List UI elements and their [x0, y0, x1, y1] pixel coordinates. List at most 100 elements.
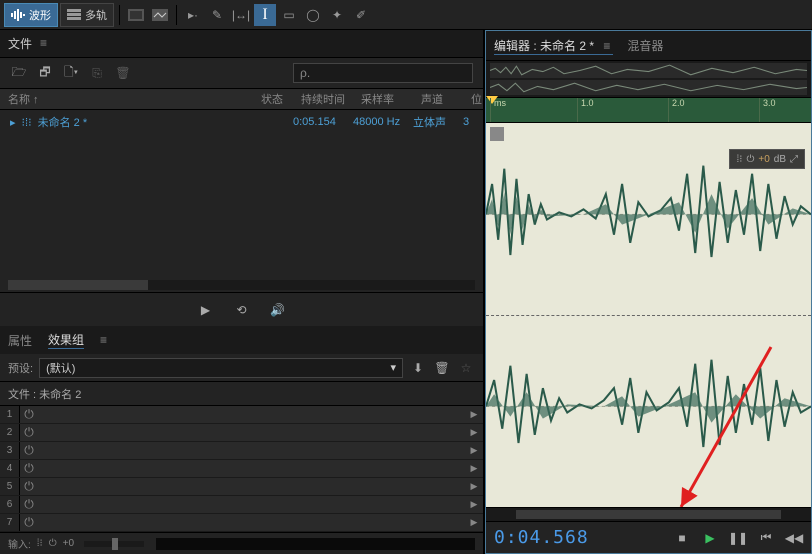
slip-tool[interactable]: |↔| [230, 4, 252, 26]
power-icon[interactable]: ⏻ [20, 407, 38, 422]
file-name: 未命名 2 * [38, 114, 88, 130]
heal-tool[interactable]: ✐ [350, 4, 372, 26]
power-icon[interactable]: ⏻ [49, 538, 57, 549]
delete-preset-icon[interactable]: 🗑 [433, 359, 451, 377]
files-panel-menu-icon[interactable]: ≡ [40, 42, 50, 45]
slot-expand-icon[interactable]: ▶ [465, 445, 483, 456]
effects-panel-menu-icon[interactable]: ≡ [100, 339, 110, 342]
col-name[interactable]: 名称 ↑ [0, 91, 253, 107]
record-file-icon[interactable]: 🗗 [36, 64, 54, 82]
open-file-icon[interactable]: 🗁 [10, 64, 28, 82]
file-samplerate: 48000 Hz [353, 116, 413, 128]
overview-strip[interactable] [486, 61, 811, 97]
editor-transport-bar: 0:04.568 ■ ▶ ❚❚ ⏮ ◀◀ [486, 521, 811, 553]
power-icon[interactable]: ⏻ [20, 479, 38, 494]
effects-slot[interactable]: 3⏻▶ [0, 442, 483, 460]
col-channels[interactable]: 声道 [413, 91, 463, 107]
move-tool[interactable]: ▸· [182, 4, 204, 26]
files-search-input[interactable]: ρ. [293, 63, 473, 83]
file-bit: 3 [463, 116, 483, 128]
ruler-unit: ms [490, 98, 506, 122]
effects-slot[interactable]: 5⏻▶ [0, 478, 483, 496]
file-row[interactable]: ▸ ⁝⁞⁝ 未命名 2 * 0:05.154 48000 Hz 立体声 3 [0, 110, 483, 134]
waveform-editor[interactable]: ⁞⁝ ⏻ +0 dB ⤢ [486, 123, 811, 507]
file-channels: 立体声 [413, 114, 463, 130]
preset-value: (默认) [46, 360, 75, 376]
audio-file-icon: ⁝⁞⁝ [22, 116, 32, 129]
ruler-tick: 1.0 [577, 98, 594, 122]
effects-slot[interactable]: 1⏻▶ [0, 406, 483, 424]
lasso-tool[interactable]: ◯ [302, 4, 324, 26]
expand-icon[interactable]: ▸ [10, 116, 16, 129]
col-status[interactable]: 状态 [253, 91, 293, 107]
effects-slot-list: 1⏻▶ 2⏻▶ 3⏻▶ 4⏻▶ 5⏻▶ 6⏻▶ 7⏻▶ [0, 406, 483, 532]
power-icon[interactable]: ⏻ [20, 497, 38, 512]
preset-select[interactable]: (默认) ▾ [39, 358, 403, 378]
time-selection-tool[interactable]: I [254, 4, 276, 26]
mixer-tab[interactable]: 混音器 [627, 37, 663, 54]
effects-rack-tab[interactable]: 效果组 [48, 331, 84, 349]
stop-icon[interactable]: ■ [673, 529, 691, 547]
files-search-placeholder: ρ. [300, 66, 310, 80]
properties-tab[interactable]: 属性 [8, 332, 32, 349]
pause-icon[interactable]: ❚❚ [729, 529, 747, 547]
brush-tool[interactable]: ✦ [326, 4, 348, 26]
preview-loop-icon[interactable]: ⟲ [233, 301, 251, 319]
pitch-display-toggle[interactable] [149, 4, 171, 26]
play-icon[interactable]: ▶ [701, 529, 719, 547]
skip-back-icon[interactable]: ⏮ [757, 529, 775, 547]
ruler-tick: 2.0 [668, 98, 685, 122]
file-duration: 0:05.154 [293, 116, 353, 128]
new-file-icon[interactable]: 🗋▾ [62, 64, 80, 82]
input-db[interactable]: +0 [63, 538, 74, 549]
rewind-icon[interactable]: ◀◀ [785, 529, 803, 547]
slot-expand-icon[interactable]: ▶ [465, 409, 483, 420]
files-h-scrollbar[interactable] [8, 280, 475, 290]
preview-play-icon[interactable]: ▶ [197, 301, 215, 319]
col-bitdepth[interactable]: 位 [463, 91, 483, 107]
effects-slot[interactable]: 2⏻▶ [0, 424, 483, 442]
files-list: ▸ ⁝⁞⁝ 未命名 2 * 0:05.154 48000 Hz 立体声 3 [0, 110, 483, 278]
insert-file-icon: ⎘ [88, 64, 106, 82]
razor-tool[interactable]: ✎ [206, 4, 228, 26]
save-preset-icon[interactable]: ⬇ [409, 359, 427, 377]
power-icon[interactable]: ⏻ [20, 443, 38, 458]
input-gain-slider[interactable] [84, 541, 144, 547]
spectral-display-toggle[interactable] [125, 4, 147, 26]
delete-file-icon: 🗑 [114, 64, 132, 82]
slot-expand-icon[interactable]: ▶ [465, 499, 483, 510]
multitrack-mode-tab[interactable]: 多轨 [60, 3, 114, 27]
meter-bars-icon: ⁞⁝ [37, 538, 43, 549]
waveform-mode-tab[interactable]: 波形 [4, 3, 58, 27]
preview-autoplay-icon[interactable]: 🔊 [269, 301, 287, 319]
col-duration[interactable]: 持续时间 [293, 91, 353, 107]
files-columns-header: 名称 ↑ 状态 持续时间 采样率 声道 位 [0, 88, 483, 110]
power-icon[interactable]: ⏻ [20, 515, 38, 530]
col-samplerate[interactable]: 采样率 [353, 91, 413, 107]
main-toolbar: 波形 多轨 ▸· ✎ |↔| I ▭ ◯ ✦ ✐ [0, 0, 812, 30]
power-icon[interactable]: ⏻ [20, 425, 38, 440]
multitrack-mode-label: 多轨 [85, 7, 107, 23]
timeline-ruler[interactable]: ms 1.0 2.0 3.0 [486, 97, 811, 123]
effects-slot[interactable]: 7⏻▶ [0, 514, 483, 532]
slot-expand-icon[interactable]: ▶ [465, 481, 483, 492]
timecode-display[interactable]: 0:04.568 [494, 527, 589, 548]
input-meter [156, 538, 475, 550]
waveform-icon [11, 9, 25, 21]
effects-tabs: 属性 效果组 ≡ [0, 326, 483, 354]
marquee-tool[interactable]: ▭ [278, 4, 300, 26]
editor-tabs: 编辑器 : 未命名 2 * ≡ 混音器 [486, 31, 811, 61]
editor-h-scrollbar[interactable] [486, 507, 811, 521]
slot-expand-icon[interactable]: ▶ [465, 463, 483, 474]
effects-slot[interactable]: 4⏻▶ [0, 460, 483, 478]
power-icon[interactable]: ⏻ [20, 461, 38, 476]
effects-slot[interactable]: 6⏻▶ [0, 496, 483, 514]
input-label: 输入: [8, 536, 31, 551]
files-panel-title: 文件 [8, 35, 32, 52]
slot-expand-icon[interactable]: ▶ [465, 517, 483, 528]
editor-tab[interactable]: 编辑器 : 未命名 2 * ≡ [494, 37, 613, 55]
files-transport: ▶ ⟲ 🔊 [0, 292, 483, 326]
files-panel-header: 文件 ≡ [0, 30, 483, 58]
favorite-preset-icon: ☆ [457, 359, 475, 377]
slot-expand-icon[interactable]: ▶ [465, 427, 483, 438]
